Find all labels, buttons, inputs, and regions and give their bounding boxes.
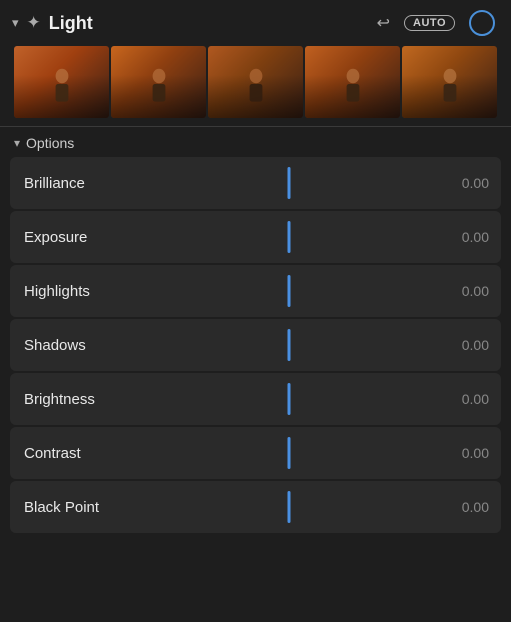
thumbnail-3[interactable] [208, 46, 303, 118]
brightness-track[interactable] [134, 373, 444, 425]
exposure-track[interactable] [134, 211, 444, 263]
options-chevron[interactable]: ▾ [14, 136, 20, 150]
options-header: ▾ Options [0, 127, 511, 157]
brightness-indicator [288, 383, 291, 415]
exposure-indicator [288, 221, 291, 253]
blackpoint-row[interactable]: Black Point 0.00 [10, 481, 501, 533]
brightness-label: Brightness [24, 391, 134, 408]
blackpoint-label: Black Point [24, 499, 134, 516]
shadows-track[interactable] [134, 319, 444, 371]
contrast-row[interactable]: Contrast 0.00 [10, 427, 501, 479]
shadows-value: 0.00 [444, 337, 489, 353]
shadows-row[interactable]: Shadows 0.00 [10, 319, 501, 371]
options-label: Options [26, 135, 74, 151]
thumbnail-5[interactable] [402, 46, 497, 118]
contrast-value: 0.00 [444, 445, 489, 461]
brightness-value: 0.00 [444, 391, 489, 407]
highlights-row[interactable]: Highlights 0.00 [10, 265, 501, 317]
thumbnail-strip [0, 44, 511, 126]
contrast-track[interactable] [134, 427, 444, 479]
undo-icon[interactable]: ↩ [377, 13, 390, 33]
brilliance-track[interactable] [134, 157, 444, 209]
exposure-value: 0.00 [444, 229, 489, 245]
thumbnail-1[interactable] [14, 46, 109, 118]
collapse-chevron[interactable]: ▾ [12, 15, 19, 31]
contrast-indicator [288, 437, 291, 469]
blackpoint-value: 0.00 [444, 499, 489, 515]
brightness-row[interactable]: Brightness 0.00 [10, 373, 501, 425]
brilliance-value: 0.00 [444, 175, 489, 191]
brilliance-indicator [288, 167, 291, 199]
sliders-section: Brilliance 0.00 Exposure 0.00 Highlights… [0, 157, 511, 533]
blackpoint-track[interactable] [134, 481, 444, 533]
highlights-label: Highlights [24, 283, 134, 300]
brilliance-label: Brilliance [24, 175, 134, 192]
shadows-indicator [288, 329, 291, 361]
sun-icon: ✦ [27, 13, 41, 33]
highlights-indicator [288, 275, 291, 307]
thumbnail-4[interactable] [305, 46, 400, 118]
exposure-row[interactable]: Exposure 0.00 [10, 211, 501, 263]
highlights-track[interactable] [134, 265, 444, 317]
auto-button[interactable]: AUTO [404, 15, 455, 31]
brilliance-row[interactable]: Brilliance 0.00 [10, 157, 501, 209]
exposure-label: Exposure [24, 229, 134, 246]
blackpoint-indicator [288, 491, 291, 523]
highlights-value: 0.00 [444, 283, 489, 299]
panel-header: ▾ ✦ Light ↩ AUTO [0, 0, 511, 44]
panel-title: Light [49, 13, 369, 34]
thumbnail-2[interactable] [111, 46, 206, 118]
contrast-label: Contrast [24, 445, 134, 462]
light-panel: ▾ ✦ Light ↩ AUTO [0, 0, 511, 622]
shadows-label: Shadows [24, 337, 134, 354]
mask-circle-button[interactable] [469, 10, 495, 36]
